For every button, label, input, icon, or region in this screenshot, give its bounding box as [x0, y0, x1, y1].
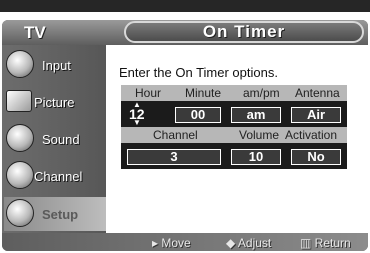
value-row-2: 3 10 No: [121, 143, 347, 169]
sidebar-item-picture[interactable]: Picture: [4, 85, 106, 119]
label-row-2: Channel Volume Activation: [121, 127, 347, 143]
down-arrow-icon: ▼: [133, 118, 141, 127]
sidebar-item-label: Sound: [42, 132, 80, 147]
minute-label: Minute: [185, 86, 222, 100]
label-row-1: Hour Minute am/pm Antenna: [121, 85, 347, 101]
value-row-1: ▲ 12 ▼ 00 am Air: [121, 101, 347, 127]
footer-bar: ▸ Move ◆ Adjust ▥ Return: [2, 233, 368, 251]
content-panel: Enter the On Timer options. Hour Minute …: [106, 45, 368, 233]
hour-label: Hour: [135, 86, 162, 100]
top-bar: [0, 0, 370, 12]
channel-label: Channel: [153, 128, 198, 142]
channel-field[interactable]: 3: [127, 149, 221, 165]
adjust-label: Adjust: [237, 236, 272, 250]
minute-field[interactable]: 00: [175, 107, 221, 123]
move-icon: ▸: [152, 236, 162, 250]
activation-field[interactable]: No: [291, 149, 341, 165]
sound-icon: [6, 124, 34, 152]
tv-label: TV: [24, 23, 46, 42]
sidebar-item-label: Channel: [34, 169, 83, 184]
ampm-label: am/pm: [243, 86, 280, 100]
sidebar-item-input[interactable]: Input: [4, 48, 106, 82]
volume-field[interactable]: 10: [231, 149, 281, 165]
sidebar-item-sound[interactable]: Sound: [4, 122, 106, 156]
input-icon: [6, 50, 34, 78]
sidebar-item-label: Setup: [42, 207, 79, 222]
adjust-hint: ◆ Adjust: [226, 236, 271, 250]
sidebar-item-setup[interactable]: Setup: [4, 197, 106, 231]
move-label: Move: [161, 236, 191, 250]
channel-icon: [6, 161, 34, 189]
sidebar-item-label: Picture: [34, 95, 75, 110]
title-pill: On Timer: [124, 21, 364, 43]
return-hint: ▥ Return: [300, 236, 351, 250]
picture-icon: [6, 90, 32, 112]
instruction-text: Enter the On Timer options.: [119, 65, 278, 80]
setup-icon: [6, 199, 34, 227]
ampm-field[interactable]: am: [231, 107, 281, 123]
return-icon: ▥: [300, 236, 315, 250]
sidebar-item-channel[interactable]: Channel: [4, 159, 106, 193]
tv-menu-screen: TV On Timer Input Picture Sound Channel …: [0, 18, 370, 253]
activation-label: Activation: [285, 128, 338, 142]
menu-header: TV On Timer: [2, 20, 368, 45]
menu-title: On Timer: [202, 22, 286, 41]
move-hint: ▸ Move: [152, 236, 191, 250]
volume-label: Volume: [239, 128, 280, 142]
antenna-field[interactable]: Air: [291, 107, 341, 123]
sidebar-item-label: Input: [42, 58, 71, 73]
return-label: Return: [314, 236, 351, 250]
sidebar: Input Picture Sound Channel Setup: [2, 45, 106, 233]
adjust-icon: ◆: [226, 236, 238, 250]
antenna-label: Antenna: [295, 86, 340, 100]
